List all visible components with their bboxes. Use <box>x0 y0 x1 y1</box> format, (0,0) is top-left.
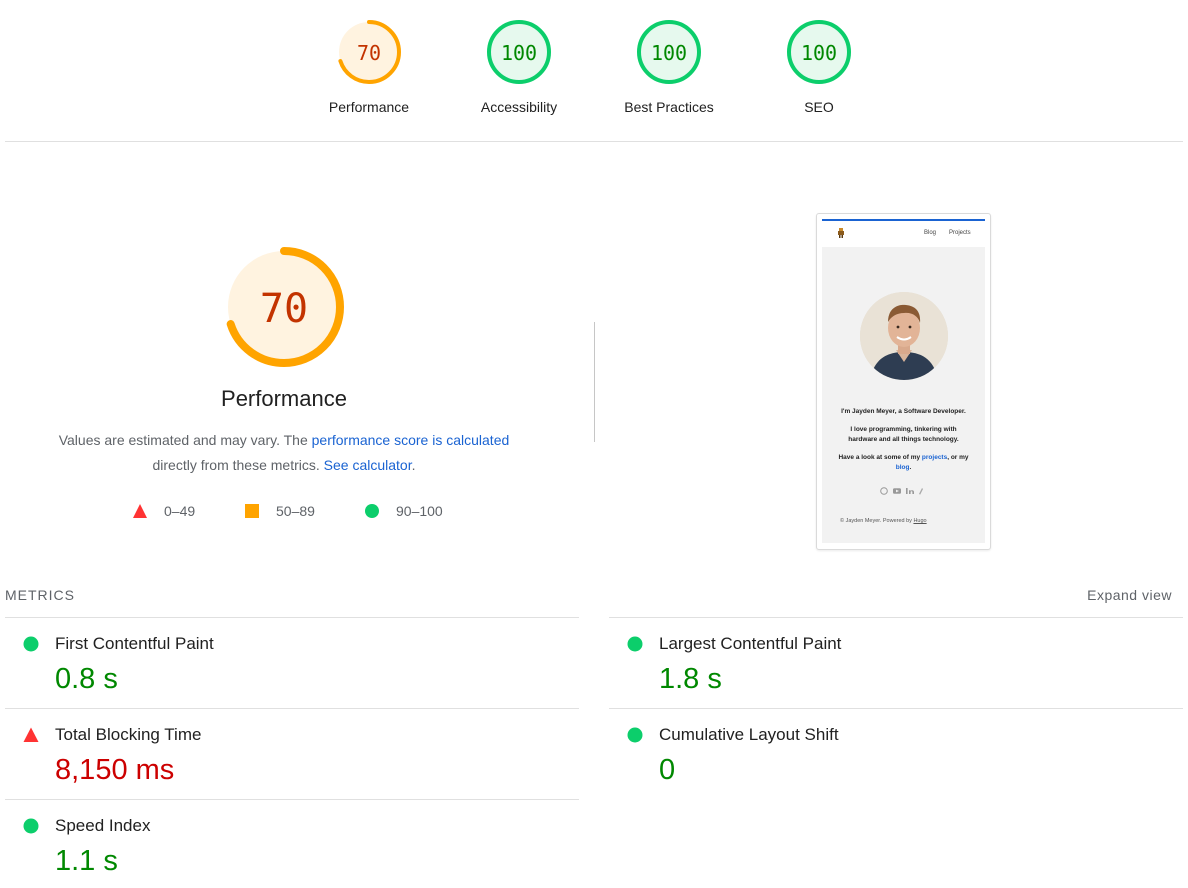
metric-first-contentful-paint: First Contentful Paint 0.8 s <box>5 617 579 708</box>
thumb-footer: © Jayden Meyer. Powered by Hugo <box>840 518 927 524</box>
gauge-ring: 100 <box>787 20 851 84</box>
thumb-line2a: I love programming, tinkering with <box>850 426 957 433</box>
pass-circle-icon <box>627 727 643 743</box>
desc-text: directly from these metrics. <box>152 457 324 473</box>
gauge-label: Performance <box>328 99 410 115</box>
metric-cumulative-layout-shift: Cumulative Layout Shift 0 <box>609 708 1183 799</box>
gauge-score: 100 <box>650 41 688 65</box>
performance-score-gauge: 70 <box>224 247 344 367</box>
gauge-score: 100 <box>800 41 838 65</box>
pen-icon <box>919 488 923 495</box>
metric-title: Largest Contentful Paint <box>659 634 842 653</box>
thumb-intro: I'm Jayden Meyer, a Software Developer. <box>841 408 966 415</box>
gauge-ring: 100 <box>487 20 551 84</box>
thumb-line2b: hardware and all things technology. <box>848 436 959 443</box>
gauge-accessibility[interactable]: 100 Accessibility <box>459 20 579 115</box>
thumb-content: I'm Jayden Meyer, a Software Developer. … <box>822 247 985 543</box>
thumb-text: . <box>909 464 912 471</box>
metric-largest-contentful-paint: Largest Contentful Paint 1.8 s <box>609 617 1183 708</box>
thumb-text: © Jayden Meyer. Powered by <box>840 518 914 524</box>
fail-triangle-icon <box>23 727 39 742</box>
thumb-projects-link: projects <box>921 454 948 461</box>
github-icon <box>880 487 888 495</box>
triangle-icon <box>133 504 147 518</box>
metric-title: First Contentful Paint <box>55 634 214 653</box>
gauge-performance[interactable]: 70 Performance <box>309 20 429 115</box>
score-legend: 0–49 50–89 90–100 <box>0 502 600 522</box>
metric-value: 0 <box>659 754 676 786</box>
thumb-blog-link: blog <box>895 464 910 471</box>
metric-value: 8,150 ms <box>55 754 175 786</box>
profile-photo-image <box>860 292 948 380</box>
linkedin-icon <box>906 488 908 494</box>
site-logo-icon <box>838 228 844 238</box>
gauge-label: Best Practices <box>624 99 714 115</box>
expand-view-toggle[interactable]: Expand view <box>1087 587 1172 603</box>
profile-photo <box>860 292 948 380</box>
metric-value: 1.8 s <box>659 663 722 695</box>
pass-circle-icon <box>23 636 39 652</box>
metric-title: Cumulative Layout Shift <box>659 725 839 744</box>
metric-speed-index: Speed Index 1.1 s <box>5 799 579 888</box>
gauge-label: Accessibility <box>480 99 558 115</box>
pass-circle-icon <box>23 818 39 834</box>
square-icon <box>245 504 259 518</box>
final-screenshot-thumbnail[interactable]: Blog Projects I'm Jayden Meyer, a Softwa… <box>816 213 991 550</box>
metric-value: 1.1 s <box>55 845 118 877</box>
thumb-nav-projects: Projects <box>949 230 971 236</box>
thumb-line3: Have a look at some of my projects, or m… <box>822 453 985 463</box>
circle-icon <box>365 504 379 518</box>
performance-score-link[interactable]: performance score is calculated <box>312 432 510 448</box>
desc-text: Values are estimated and may vary. The <box>58 432 312 448</box>
legend-range: 90–100 <box>396 503 443 519</box>
legend-range: 0–49 <box>164 503 196 519</box>
metrics-header: METRICS <box>5 587 75 603</box>
gauge-score: 70 <box>356 41 382 65</box>
gauge-score: 100 <box>500 41 538 65</box>
social-icons <box>880 487 923 495</box>
top-divider <box>5 141 1183 142</box>
gauge-best-practices[interactable]: 100 Best Practices <box>609 20 729 115</box>
thumb-hugo-link: Hugo <box>913 518 927 524</box>
metric-total-blocking-time: Total Blocking Time 8,150 ms <box>5 708 579 799</box>
see-calculator-link[interactable]: See calculator <box>324 457 412 473</box>
performance-description: Values are estimated and may vary. The p… <box>34 428 534 478</box>
performance-title: Performance <box>221 386 347 411</box>
metric-value: 0.8 s <box>55 663 118 695</box>
category-gauges: 70 Performance 100 Accessibility 100 Bes… <box>0 0 1188 142</box>
desc-text: . <box>411 457 416 473</box>
metric-title: Total Blocking Time <box>55 725 202 744</box>
thumb-text: , or my <box>947 454 969 461</box>
pass-circle-icon <box>627 636 643 652</box>
gauge-ring: 100 <box>637 20 701 84</box>
performance-score: 70 <box>259 286 309 332</box>
gauge-seo[interactable]: 100 SEO <box>759 20 879 115</box>
thumb-line3-cont: blog. <box>822 463 985 473</box>
gauge-label: SEO <box>804 99 834 115</box>
gauge-ring: 70 <box>337 20 401 84</box>
metric-title: Speed Index <box>55 816 151 835</box>
thumb-top-bar <box>822 219 985 221</box>
vertical-divider <box>594 322 595 442</box>
thumb-text: Have a look at some of my <box>838 454 922 461</box>
thumb-nav-blog: Blog <box>924 230 937 236</box>
legend-range: 50–89 <box>276 503 315 519</box>
